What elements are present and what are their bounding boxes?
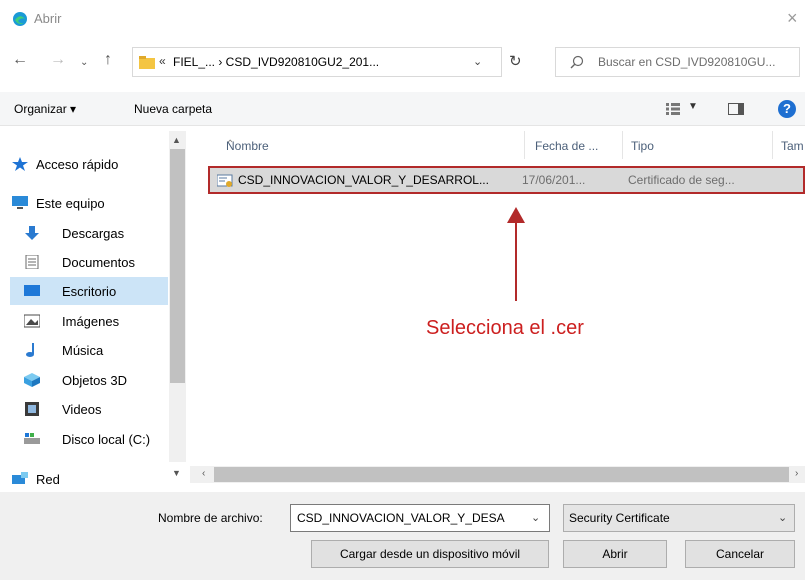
sidebar-scrollbar-thumb[interactable]: [170, 149, 185, 383]
drive-icon: [24, 433, 40, 444]
scroll-up-icon[interactable]: ▲: [172, 135, 181, 145]
sidebar-item-local-disk[interactable]: Disco local (C:): [0, 425, 168, 453]
file-type-select[interactable]: Security Certificate ⌄: [563, 504, 795, 532]
sidebar-item-label: Videos: [62, 402, 102, 417]
sidebar-item-label: Este equipo: [36, 196, 105, 211]
edge-app-icon: [13, 12, 27, 26]
chevron-down-icon[interactable]: ▼: [688, 101, 698, 112]
chevron-down-icon[interactable]: ⌄: [778, 511, 787, 524]
search-icon: [570, 55, 584, 69]
dialog-footer: Nombre de archivo: CSD_INNOVACION_VALOR_…: [0, 492, 805, 580]
sidebar-item-network[interactable]: Red: [0, 465, 168, 493]
refresh-icon[interactable]: ↻: [509, 52, 522, 70]
new-folder-button[interactable]: Nueva carpeta: [134, 102, 212, 116]
open-button[interactable]: Abrir: [563, 540, 667, 568]
sort-caret-icon: ⌃: [226, 139, 235, 150]
view-options-icon[interactable]: [666, 103, 680, 115]
help-icon[interactable]: ?: [778, 100, 796, 118]
back-arrow-icon[interactable]: ←: [12, 50, 28, 70]
window-title: Abrir: [34, 11, 62, 26]
search-input[interactable]: Buscar en CSD_IVD920810GU...: [555, 47, 800, 77]
sidebar-item-music[interactable]: Música: [0, 336, 168, 364]
sidebar-item-label: Disco local (C:): [62, 432, 151, 447]
command-toolbar: Organizar ▾ Nueva carpeta ▼ ?: [0, 92, 805, 126]
sidebar-item-videos[interactable]: Videos: [0, 395, 168, 423]
filename-field[interactable]: CSD_INNOVACION_VALOR_Y_DESA ⌄: [290, 504, 550, 532]
address-bar[interactable]: « FIEL_... › CSD_IVD920810GU2_201... ⌄: [132, 47, 502, 77]
sidebar-item-desktop[interactable]: Escritorio: [10, 277, 168, 305]
file-name: CSD_INNOVACION_VALOR_Y_DESARROL...: [238, 173, 489, 187]
sidebar-item-label: Imágenes: [62, 314, 120, 329]
address-path[interactable]: FIEL_... › CSD_IVD920810GU2_201...: [173, 55, 379, 69]
sidebar-item-label: Descargas: [62, 226, 125, 241]
column-label: Fecha de ...: [535, 139, 599, 153]
up-arrow-icon[interactable]: ↑: [104, 50, 112, 70]
file-list-horizontal-scrollbar[interactable]: ‹ ›: [190, 466, 805, 483]
column-header-date[interactable]: Fecha de ...: [527, 131, 623, 159]
column-label: Tam: [781, 139, 804, 153]
navigation-bar: ← → ⌄ ↑ « FIEL_... › CSD_IVD920810GU2_20…: [0, 44, 805, 78]
star-icon: [12, 157, 28, 171]
annotation-arrow-line: [515, 221, 517, 301]
file-type-value: Security Certificate: [569, 511, 670, 525]
sidebar-item-3d-objects[interactable]: Objetos 3D: [0, 366, 168, 394]
sidebar-item-quick-access[interactable]: Acceso rápido: [0, 150, 168, 178]
pictures-icon: [24, 314, 40, 328]
sidebar-item-documents[interactable]: Documentos: [0, 248, 168, 276]
sidebar-item-label: Documentos: [62, 255, 135, 270]
music-icon: [26, 343, 34, 357]
certificate-file-icon: [217, 174, 233, 187]
file-date: 17/06/201...: [522, 173, 586, 187]
preview-pane-icon[interactable]: [728, 103, 744, 115]
file-list: Nombre ⌃ Fecha de ... Tipo Tam CSD_INNOV…: [190, 131, 805, 462]
horizontal-scrollbar-thumb[interactable]: [214, 467, 789, 482]
3d-objects-icon: [24, 373, 40, 387]
search-placeholder: Buscar en CSD_IVD920810GU...: [598, 55, 776, 69]
forward-arrow-icon[interactable]: →: [50, 50, 66, 70]
sidebar-item-label: Red: [36, 472, 60, 487]
sidebar-item-downloads[interactable]: Descargas: [0, 219, 168, 247]
scroll-down-icon[interactable]: ▼: [172, 468, 181, 478]
cancel-button[interactable]: Cancelar: [685, 540, 795, 568]
sidebar-item-label: Música: [62, 343, 104, 358]
column-header-name[interactable]: Nombre ⌃: [218, 131, 525, 159]
chevron-down-icon[interactable]: ⌄: [80, 53, 88, 73]
scroll-left-icon[interactable]: ‹: [202, 468, 205, 479]
annotation-label: Selecciona el .cer: [426, 317, 584, 339]
chevron-down-icon[interactable]: ⌄: [531, 511, 540, 524]
path-overflow-icon[interactable]: «: [159, 54, 166, 68]
column-label: Tipo: [631, 139, 654, 153]
filename-label: Nombre de archivo:: [158, 511, 263, 525]
scroll-right-icon[interactable]: ›: [795, 468, 798, 479]
file-row-certificate[interactable]: CSD_INNOVACION_VALOR_Y_DESARROL... 17/06…: [208, 166, 805, 194]
organize-menu[interactable]: Organizar ▾: [14, 102, 76, 116]
download-icon: [25, 226, 39, 240]
sidebar-item-label: Objetos 3D: [62, 373, 128, 388]
navigation-pane: Acceso rápido Este equipo Descargas Docu…: [0, 131, 186, 487]
column-header-size[interactable]: Tam: [773, 131, 805, 159]
sidebar-item-this-pc[interactable]: Este equipo: [0, 189, 168, 217]
filename-value: CSD_INNOVACION_VALOR_Y_DESA: [297, 511, 505, 525]
file-type: Certificado de seg...: [628, 173, 735, 187]
title-bar: Abrir ×: [0, 0, 805, 38]
sidebar-item-label: Acceso rápido: [36, 157, 119, 172]
folder-icon: [139, 56, 155, 69]
column-header-type[interactable]: Tipo: [623, 131, 773, 159]
video-icon: [25, 402, 39, 416]
chevron-down-icon[interactable]: ⌄: [473, 55, 482, 68]
document-icon: [25, 255, 39, 269]
network-icon: [12, 472, 28, 484]
computer-icon: [12, 196, 28, 209]
load-from-mobile-button[interactable]: Cargar desde un dispositivo móvil: [311, 540, 549, 568]
sidebar-item-pictures[interactable]: Imágenes: [0, 307, 168, 335]
close-icon[interactable]: ×: [787, 8, 798, 29]
desktop-icon: [24, 285, 40, 296]
sidebar-item-label: Escritorio: [62, 284, 117, 299]
